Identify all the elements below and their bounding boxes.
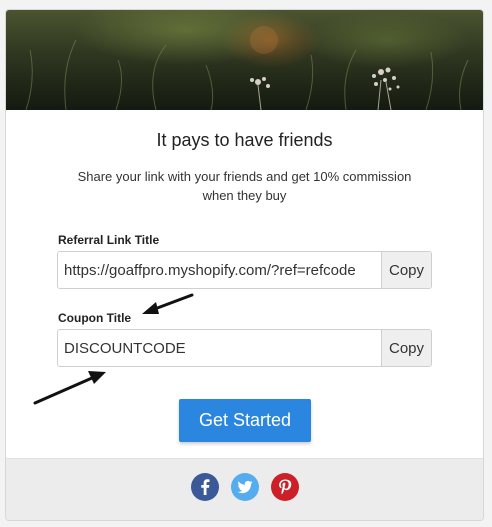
copy-coupon-button[interactable]: Copy [381,330,431,366]
pinterest-icon[interactable] [271,473,299,501]
referral-link-label: Referral Link Title [58,233,160,247]
twitter-icon[interactable] [231,473,259,501]
facebook-icon[interactable] [191,473,219,501]
referral-card: It pays to have friends Share your link … [5,9,484,521]
referral-link-group: Copy [57,251,432,289]
social-footer [6,458,483,520]
get-started-button[interactable]: Get Started [179,399,311,442]
referral-link-input[interactable] [58,252,381,288]
subtitle: Share your link with your friends and ge… [77,169,412,203]
coupon-label: Coupon Title [58,311,132,325]
hero-image [6,10,483,110]
coupon-group: Copy [57,329,432,367]
page-title: It pays to have friends [156,130,333,150]
coupon-input[interactable] [58,330,381,366]
copy-referral-button[interactable]: Copy [381,252,431,288]
